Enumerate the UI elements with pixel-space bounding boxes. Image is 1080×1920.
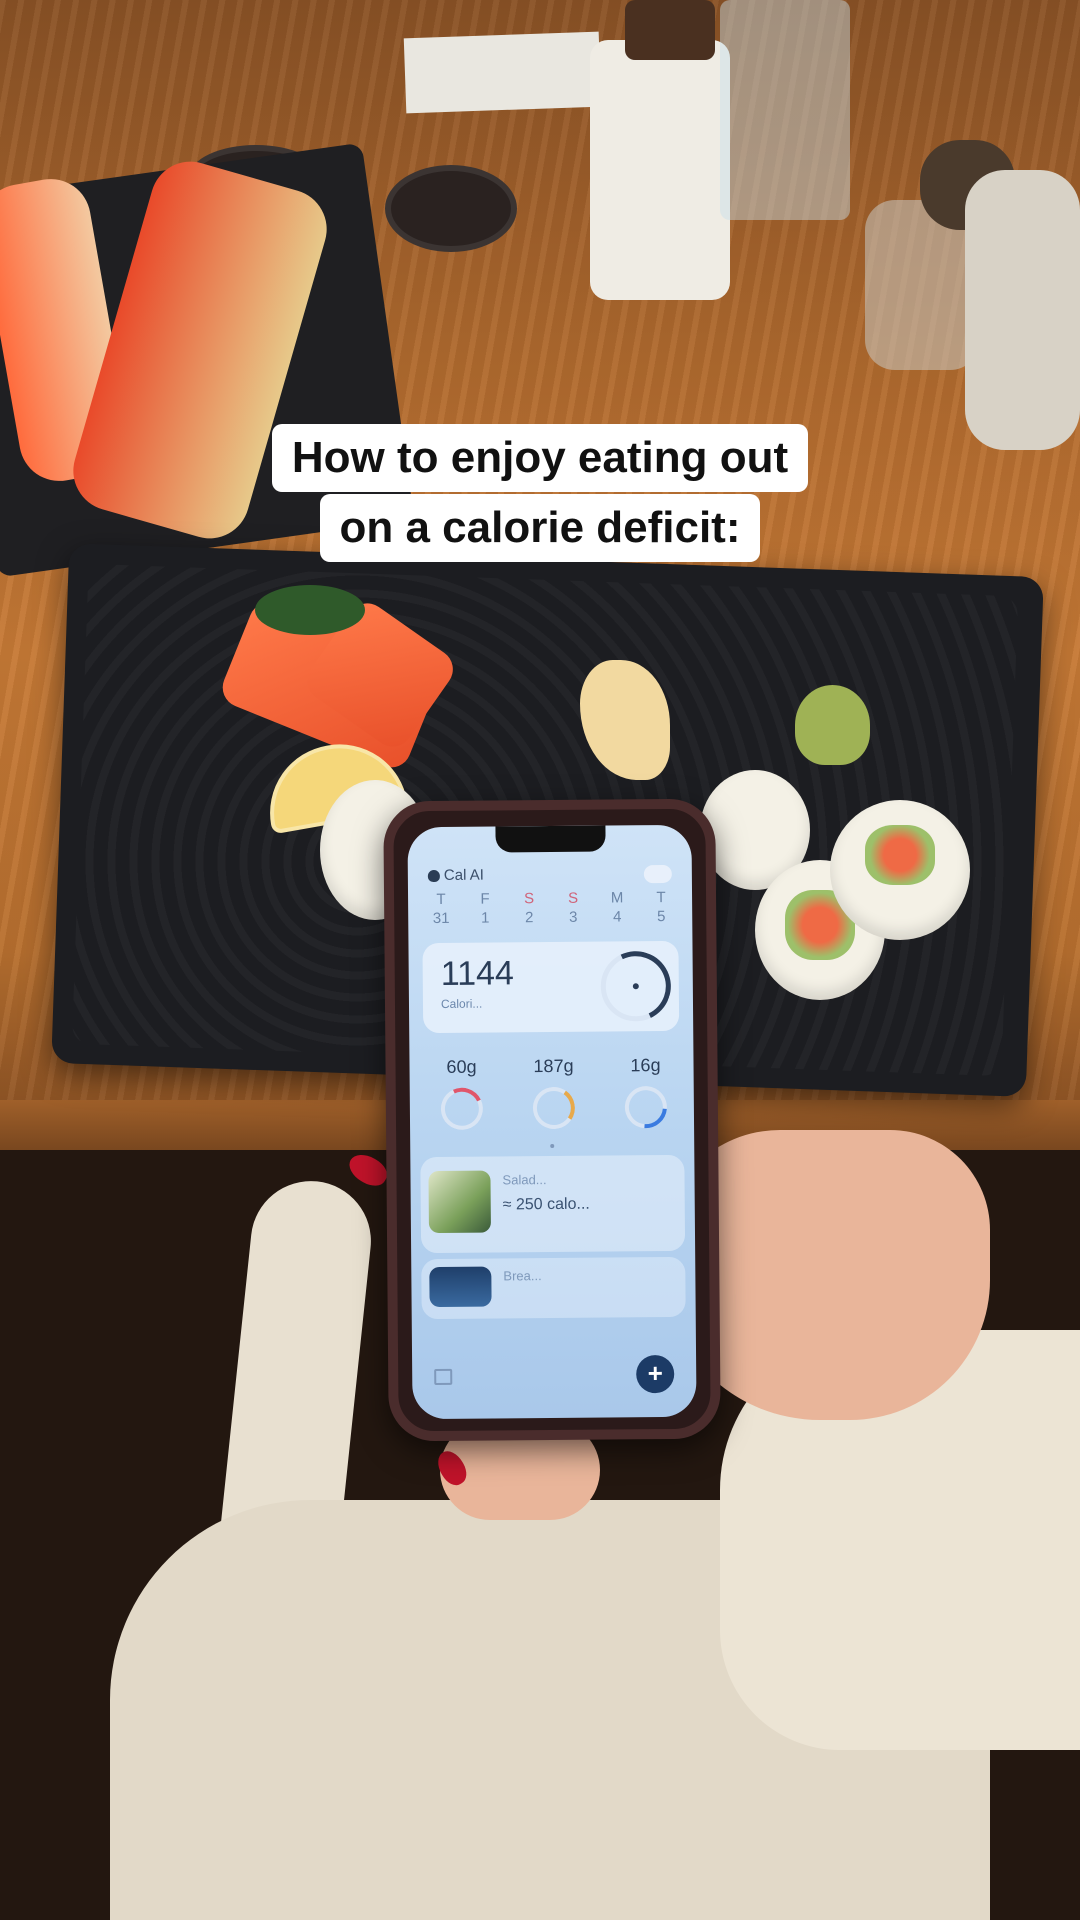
ceramic-cup [965, 170, 1080, 450]
day-letter: T [436, 890, 446, 908]
day-letter: S [523, 890, 535, 908]
streak-badge[interactable] [643, 864, 672, 884]
day-item[interactable]: M4 [602, 889, 632, 925]
macro-card[interactable]: 187g [513, 1055, 594, 1133]
macro-ring [616, 1077, 676, 1137]
day-letter: S [567, 889, 579, 907]
pitcher-lid [625, 0, 715, 60]
garnish [255, 585, 365, 635]
soy-sauce-dish [385, 165, 517, 252]
home-icon[interactable] [434, 1368, 453, 1386]
food-calories: ≈ 250 calo... [502, 1195, 590, 1214]
calories-card[interactable]: 1144 Calori... [422, 940, 681, 1034]
macro-card[interactable]: 60g [421, 1056, 502, 1136]
food-photo [429, 1266, 492, 1308]
day-letter: T [656, 889, 666, 907]
calories-value: 1144 [440, 954, 515, 993]
phone-screen: Cal AI T 31 F 1 S 2 S 3 M 4 T 5 1144 Calori... 60g 1… [407, 824, 697, 1420]
macro-value: 60g [446, 1056, 477, 1077]
caption-line-1: How to enjoy eating out [271, 424, 809, 492]
app-name: Cal AI [443, 866, 484, 884]
day-number: 31 [432, 909, 450, 928]
day-number: 5 [656, 908, 666, 926]
macro-value: 187g [533, 1055, 574, 1077]
day-number: 1 [480, 909, 490, 927]
food-name: Brea... [503, 1268, 542, 1284]
phone-notch [495, 825, 606, 853]
app-header: Cal AI [427, 866, 484, 884]
apple-icon [427, 869, 440, 882]
ceramic-pitcher [590, 40, 730, 300]
day-number: 3 [568, 908, 578, 926]
day-item[interactable]: T 31 [426, 891, 456, 927]
page-indicator-dot [550, 1143, 555, 1149]
day-letter: F [480, 890, 490, 908]
flame-icon [632, 983, 639, 990]
add-food-button[interactable]: + [636, 1354, 675, 1394]
phone: Cal AI T 31 F 1 S 2 S 3 M 4 T 5 1144 Calori... 60g 1… [383, 798, 721, 1442]
day-letter: M [610, 889, 624, 907]
macro-ring [435, 1081, 489, 1136]
day-item[interactable]: S2 [514, 890, 544, 926]
wasabi [795, 685, 870, 765]
food-log-item[interactable]: Brea... [421, 1256, 686, 1320]
food-name: Salad... [502, 1172, 547, 1188]
water-glass [720, 0, 850, 220]
macro-ring [529, 1083, 579, 1133]
day-item[interactable]: F1 [470, 890, 500, 927]
caption-line-2: on a calorie deficit: [319, 494, 761, 562]
macro-value: 16g [630, 1055, 661, 1076]
week-day-selector: T 31 F 1 S 2 S 3 M 4 T 5 [426, 889, 676, 927]
salad-photo [428, 1170, 491, 1234]
day-item[interactable]: S3 [558, 890, 588, 926]
day-item[interactable]: T5 [646, 889, 676, 925]
day-number: 4 [612, 908, 622, 926]
day-number: 2 [524, 909, 534, 927]
macro-card[interactable]: 16g [605, 1055, 686, 1137]
calories-label: Calori... [440, 996, 483, 1011]
napkin [403, 31, 602, 114]
roll-filling [865, 825, 935, 885]
caption: How to enjoy eating out on a calorie def… [0, 424, 1080, 564]
food-log-item[interactable]: Salad... ≈ 250 calo... [420, 1154, 686, 1254]
